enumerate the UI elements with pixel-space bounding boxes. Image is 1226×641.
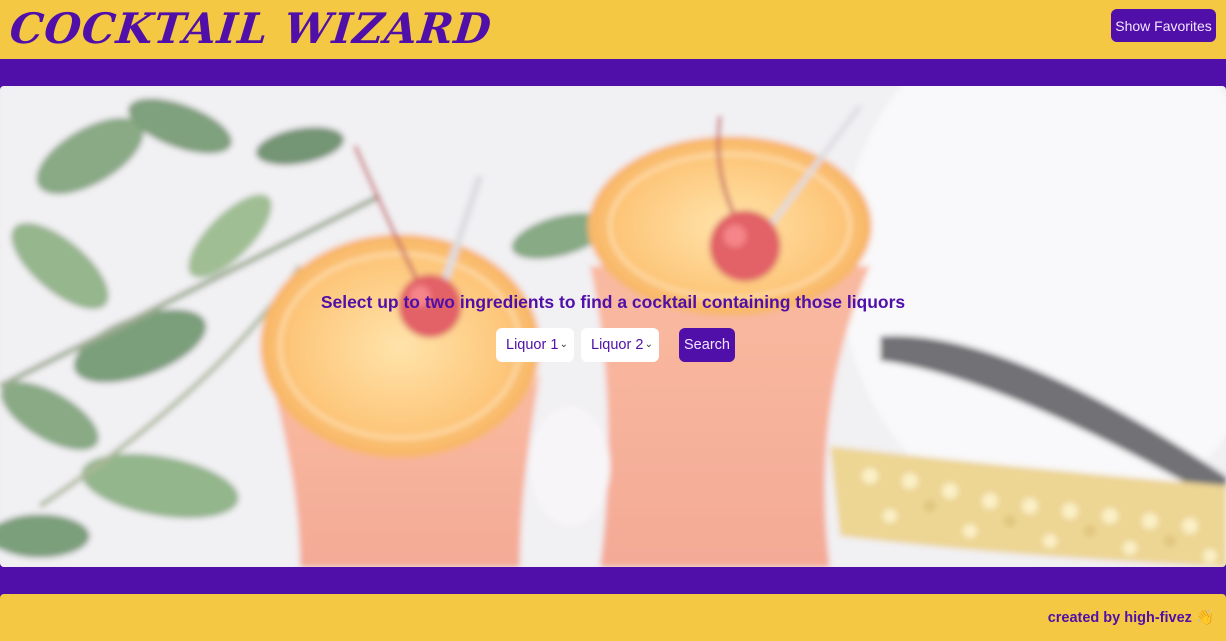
- liquor-1-select[interactable]: Liquor 1 ⌄: [496, 328, 574, 362]
- liquor-2-select[interactable]: Liquor 2 ⌄: [581, 328, 659, 362]
- liquor-1-select-value: Liquor 1: [506, 337, 559, 353]
- hero-section: Select up to two ingredients to find a c…: [0, 86, 1226, 567]
- header-bar: COCKTAIL WIZARD Show Favorites: [0, 0, 1226, 59]
- liquor-2-select-value: Liquor 2: [591, 337, 644, 353]
- photo-veil: [0, 86, 1226, 567]
- search-controls: Liquor 1 ⌄ Liquor 2 ⌄ Search: [496, 328, 735, 362]
- chevron-down-icon: ⌄: [644, 339, 653, 350]
- app-logo: COCKTAIL WIZARD: [7, 4, 495, 53]
- show-favorites-button[interactable]: Show Favorites: [1111, 9, 1216, 42]
- footer-bar: created by high-fivez 👋: [0, 594, 1226, 641]
- footer-credit: created by high-fivez 👋: [1047, 610, 1214, 626]
- search-prompt: Select up to two ingredients to find a c…: [320, 292, 906, 312]
- search-button[interactable]: Search: [679, 328, 735, 362]
- chevron-down-icon: ⌄: [559, 339, 568, 350]
